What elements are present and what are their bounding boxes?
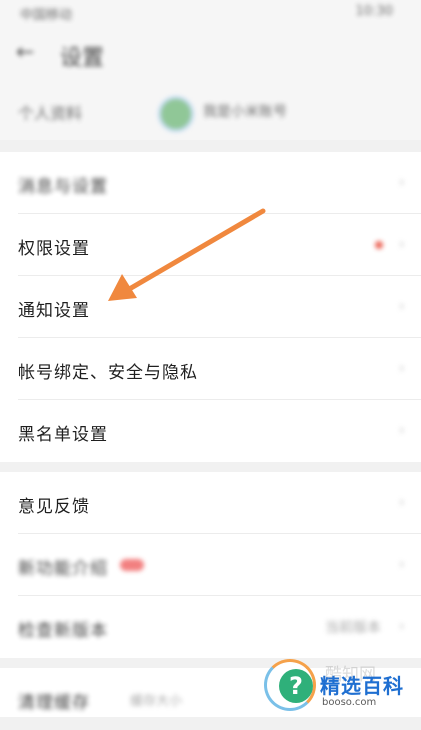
watermark-brand: 精选百科	[320, 674, 404, 698]
question-mark-icon: ?	[279, 669, 313, 703]
watermark-url: booso.com	[322, 697, 377, 708]
arrow-annotation-icon	[108, 208, 266, 301]
